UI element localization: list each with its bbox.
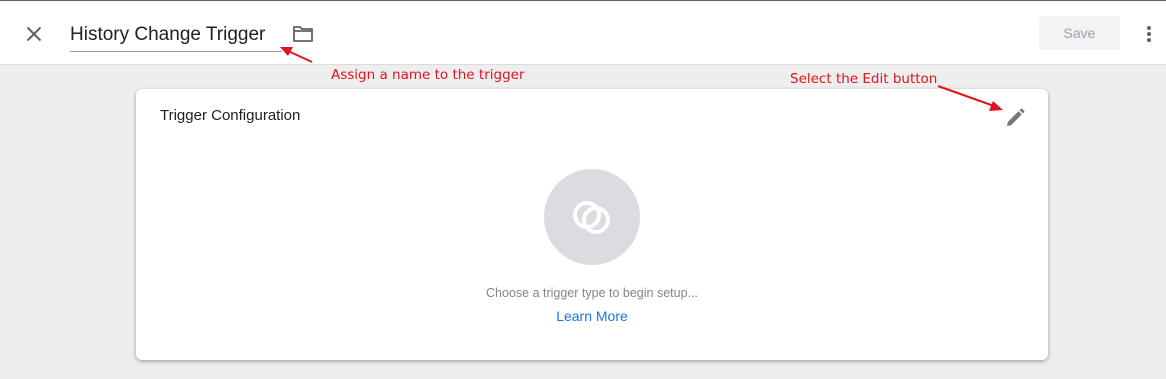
more-options-button[interactable] (1138, 21, 1160, 47)
folder-button[interactable] (291, 23, 315, 45)
more-vert-icon (1147, 26, 1151, 42)
trigger-circles-icon (573, 201, 610, 234)
learn-more-container: Learn More (136, 308, 1048, 326)
edit-button[interactable] (1002, 105, 1028, 131)
close-icon (26, 26, 42, 42)
close-button[interactable] (20, 20, 48, 48)
card-title: Trigger Configuration (160, 107, 301, 124)
annotation-edit-note: Select the Edit button (790, 71, 938, 87)
folder-icon (293, 26, 313, 42)
learn-more-link[interactable]: Learn More (556, 308, 628, 324)
trigger-type-placeholder[interactable] (544, 169, 640, 265)
top-bar: Save (0, 0, 1166, 65)
trigger-name-field[interactable] (70, 18, 282, 52)
setup-hint: Choose a trigger type to begin setup... (486, 286, 698, 300)
annotation-name-note: Assign a name to the trigger (331, 67, 525, 83)
trigger-name-input[interactable] (70, 20, 282, 50)
pencil-icon (1007, 108, 1025, 126)
save-button[interactable]: Save (1039, 16, 1120, 50)
trigger-configuration-card: Trigger Configuration Choose a trigger t… (136, 89, 1048, 360)
